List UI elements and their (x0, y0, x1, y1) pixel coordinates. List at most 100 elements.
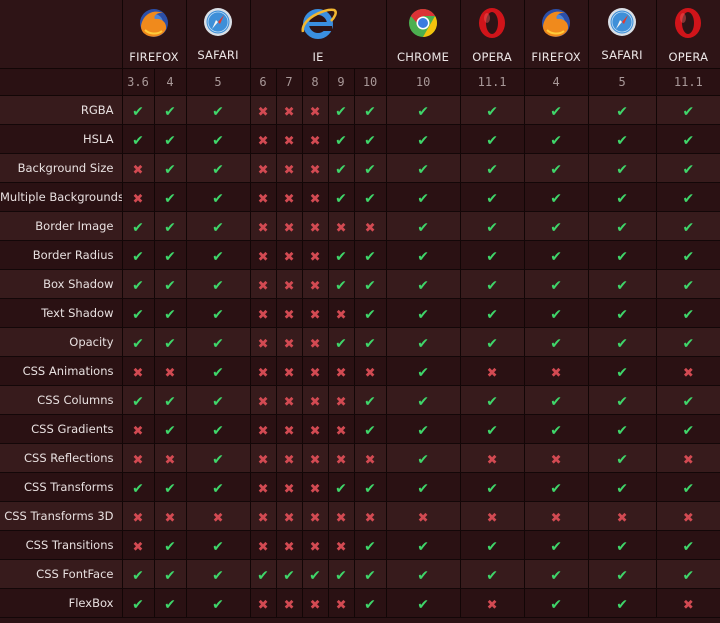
support-cell: ✔ (587, 588, 657, 618)
check-icon: ✔ (164, 335, 176, 352)
feature-name: RGBA (0, 95, 122, 125)
support-cell: ✖ (327, 385, 355, 415)
support-cell: ✔ (353, 182, 387, 212)
check-icon: ✔ (682, 393, 695, 410)
support-cell: ✔ (153, 559, 187, 589)
support-cell: ✖ (301, 327, 329, 357)
support-cell: ✔ (655, 530, 720, 560)
check-icon: ✔ (616, 161, 628, 178)
feature-row: FlexBox ✔ ✔ ✔ ✖ ✖ ✖ ✖ ✔ ✔ ✖ ✔ ✔ ✖ (0, 588, 720, 618)
support-cell: ✔ (327, 559, 355, 589)
cross-icon: ✖ (164, 365, 176, 381)
check-icon: ✔ (335, 161, 347, 178)
support-cell: ✖ (249, 530, 277, 560)
cross-icon: ✖ (283, 423, 295, 439)
check-icon: ✔ (682, 190, 695, 207)
cross-icon: ✖ (257, 481, 269, 497)
support-cell: ✖ (249, 443, 277, 473)
support-cell: ✖ (153, 356, 187, 386)
support-cell: ✖ (249, 298, 277, 328)
cross-icon: ✖ (132, 423, 144, 439)
support-cell: ✔ (185, 182, 251, 212)
cross-icon: ✖ (283, 597, 295, 613)
cross-icon: ✖ (257, 249, 269, 265)
support-cell: ✔ (587, 95, 657, 125)
cross-icon: ✖ (283, 336, 295, 352)
support-cell: ✖ (275, 356, 303, 386)
safari-icon (187, 6, 250, 42)
support-cell: ✔ (523, 298, 589, 328)
support-cell: ✖ (275, 588, 303, 618)
support-cell: ✔ (587, 182, 657, 212)
cross-icon: ✖ (309, 191, 321, 207)
support-cell: ✖ (655, 443, 720, 473)
check-icon: ✔ (616, 103, 628, 120)
check-icon: ✔ (132, 480, 144, 497)
cross-icon: ✖ (257, 452, 269, 468)
check-icon: ✔ (486, 248, 498, 265)
check-icon: ✔ (682, 480, 695, 497)
cross-icon: ✖ (257, 220, 269, 236)
feature-row: Text Shadow ✔ ✔ ✔ ✖ ✖ ✖ ✖ ✔ ✔ ✔ ✔ ✔ ✔ (0, 298, 720, 328)
support-cell: ✔ (523, 153, 589, 183)
support-cell: ✔ (459, 298, 525, 328)
feature-name: HSLA (0, 124, 122, 154)
cross-icon: ✖ (309, 133, 321, 149)
support-cell: ✔ (385, 588, 461, 618)
check-icon: ✔ (616, 335, 628, 352)
support-cell: ✖ (249, 356, 277, 386)
support-cell: ✔ (353, 327, 387, 357)
feature-row: Border Image ✔ ✔ ✔ ✖ ✖ ✖ ✖ ✖ ✔ ✔ ✔ ✔ ✔ (0, 211, 720, 241)
check-icon: ✔ (164, 538, 176, 555)
check-icon: ✔ (486, 277, 498, 294)
support-cell: ✔ (353, 124, 387, 154)
support-cell: ✔ (185, 559, 251, 589)
browser-name: SAFARI (601, 48, 643, 62)
support-cell: ✔ (523, 327, 589, 357)
check-icon: ✔ (164, 306, 176, 323)
firefox-icon (123, 6, 186, 44)
browser-name: IE (312, 50, 324, 64)
support-cell: ✔ (185, 298, 251, 328)
support-cell: ✔ (587, 327, 657, 357)
support-cell: ✔ (459, 124, 525, 154)
check-icon: ✔ (132, 335, 144, 352)
browser-header-chrome: CHROME (385, 0, 461, 69)
cross-icon: ✖ (132, 162, 144, 178)
cross-icon: ✖ (283, 394, 295, 410)
support-cell: ✖ (301, 356, 329, 386)
support-cell: ✔ (121, 211, 154, 241)
check-icon: ✔ (616, 480, 628, 497)
cross-icon: ✖ (335, 394, 347, 410)
support-cell: ✖ (459, 443, 525, 473)
support-cell: ✔ (655, 385, 720, 415)
cross-icon: ✖ (283, 191, 295, 207)
support-cell: ✖ (249, 414, 277, 444)
support-cell: ✖ (121, 530, 154, 560)
check-icon: ✔ (212, 190, 224, 207)
cross-icon: ✖ (283, 162, 295, 178)
support-cell: ✔ (327, 124, 355, 154)
support-cell: ✔ (523, 95, 589, 125)
support-cell: ✖ (327, 211, 355, 241)
check-icon: ✔ (212, 422, 224, 439)
feature-name: CSS Animations (0, 356, 122, 386)
support-cell: ✖ (275, 472, 303, 502)
support-cell: ✖ (275, 211, 303, 241)
support-cell: ✔ (655, 298, 720, 328)
support-cell: ✔ (655, 240, 720, 270)
support-cell: ✖ (459, 588, 525, 618)
cross-icon: ✖ (257, 365, 269, 381)
support-cell: ✖ (275, 95, 303, 125)
support-cell: ✖ (249, 588, 277, 618)
check-icon: ✔ (212, 161, 224, 178)
check-icon: ✔ (335, 190, 347, 207)
check-icon: ✔ (164, 393, 176, 410)
support-cell: ✖ (327, 501, 355, 531)
check-icon: ✔ (486, 306, 498, 323)
check-icon: ✔ (550, 190, 562, 207)
check-icon: ✔ (364, 480, 376, 497)
support-cell: ✔ (185, 443, 251, 473)
cross-icon: ✖ (335, 423, 347, 439)
feature-row: Background Size ✖ ✔ ✔ ✖ ✖ ✖ ✔ ✔ ✔ ✔ ✔ ✔ ✔ (0, 153, 720, 183)
